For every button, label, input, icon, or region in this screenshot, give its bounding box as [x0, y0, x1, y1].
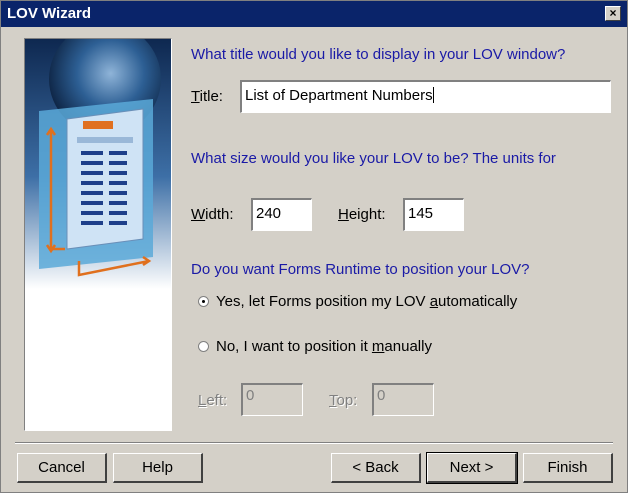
top-input: 0 [372, 383, 434, 416]
back-button[interactable]: < Back [331, 453, 421, 483]
next-button[interactable]: Next > [426, 452, 518, 484]
title-bar[interactable]: LOV Wizard × [1, 1, 627, 27]
radio-auto-position[interactable] [198, 296, 209, 307]
title-label: Title: [191, 88, 223, 105]
top-label: Top: [329, 392, 358, 409]
cancel-button[interactable]: Cancel [17, 453, 107, 483]
width-label: Width: [191, 206, 234, 223]
left-label: Left: [198, 392, 228, 409]
width-input[interactable]: 240 [251, 198, 312, 231]
radio-auto-label[interactable]: Yes, let Forms position my LOV automatic… [216, 293, 517, 310]
wizard-illustration [25, 39, 171, 289]
left-input: 0 [241, 383, 303, 416]
lov-wizard-window: LOV Wizard × What title would you like t… [0, 0, 628, 493]
position-question: Do you want Forms Runtime to position yo… [191, 261, 530, 277]
height-label: Height: [338, 206, 386, 223]
close-button[interactable]: × [605, 6, 621, 21]
size-question: What size would you like your LOV to be?… [191, 150, 556, 167]
title-input[interactable]: List of Department Numbers [240, 80, 611, 113]
radio-manual-position[interactable] [198, 341, 209, 352]
title-question: What title would you like to display in … [191, 46, 566, 63]
wizard-illustration-panel [24, 38, 172, 431]
height-input[interactable]: 145 [403, 198, 464, 231]
window-title: LOV Wizard [7, 5, 92, 22]
finish-button[interactable]: Finish [523, 453, 613, 483]
help-button[interactable]: Help [113, 453, 203, 483]
text-caret [432, 87, 434, 103]
button-separator [15, 442, 613, 444]
radio-manual-label[interactable]: No, I want to position it manually [216, 338, 432, 355]
